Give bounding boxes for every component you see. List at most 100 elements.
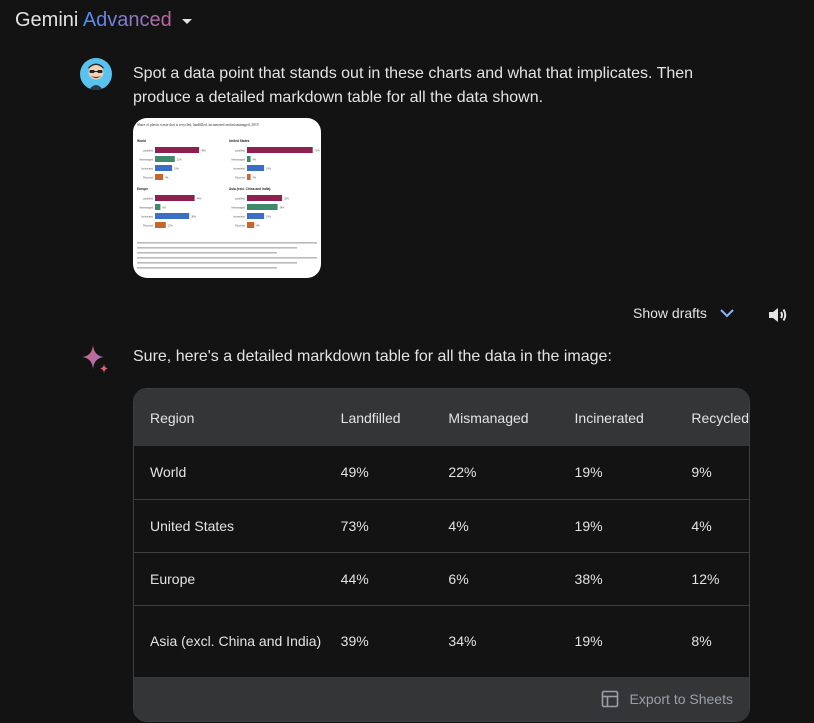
table-cell: 39%	[340, 632, 369, 649]
table-cell: 38%	[558, 552, 676, 606]
thumb-bar-label: Incinerated	[233, 216, 245, 219]
thumb-panel-title: Asia (excl. China and India)	[229, 187, 270, 191]
thumb-bar-label: Recycled	[235, 177, 246, 180]
thumb-bar-label: Mismanaged	[231, 159, 245, 162]
thumb-bar-value: 44%	[197, 198, 203, 201]
thumb-bar	[155, 165, 173, 171]
thumb-bar-label: Incinerated	[141, 168, 153, 171]
table-cell: 19%	[558, 446, 676, 500]
thumb-bar-label: Mismanaged	[231, 207, 245, 210]
thumb-bar-label: Landfilled	[143, 150, 154, 153]
thumb-bar	[247, 147, 313, 153]
thumb-bar	[247, 195, 283, 201]
thumb-bar	[247, 213, 265, 219]
thumb-bar	[155, 222, 166, 228]
thumb-bar-value: 9%	[165, 177, 169, 180]
thumb-panel-title: World	[137, 139, 146, 143]
thumb-bar-value: 19%	[174, 168, 180, 171]
table-row: Europe 44% 6% 38% 12%	[134, 552, 749, 606]
column-header: Incinerated	[574, 409, 644, 426]
table-cell: 9%	[675, 446, 749, 500]
table-cell: 73%	[324, 499, 433, 553]
response-intro: Sure, here's a detailed markdown table f…	[133, 348, 612, 365]
thumb-bar-value: 49%	[201, 150, 207, 153]
thumb-bar-value: 34%	[280, 207, 286, 210]
gemini-sparkle-icon	[82, 345, 108, 373]
thumb-footnote-line	[137, 257, 317, 259]
thumb-bar-label: Mismanaged	[139, 207, 153, 210]
column-header: Recycled	[691, 409, 749, 426]
avatar	[80, 58, 112, 90]
thumb-bar	[155, 213, 190, 219]
table-header-row: Region Landfilled Mismanaged Incinerated…	[134, 389, 749, 446]
user-prompt: Spot a data point that stands out in the…	[133, 65, 694, 106]
table-cell: 22%	[432, 446, 559, 500]
table-cell: World	[134, 446, 325, 500]
thumb-bar-label: Recycled	[235, 225, 246, 228]
thumb-footnote-line	[137, 252, 277, 254]
thumb-bar-label: Incinerated	[233, 168, 245, 171]
thumb-bar-value: 22%	[177, 159, 183, 162]
show-drafts-button[interactable]: Show drafts	[633, 305, 735, 321]
thumb-bar-value: 8%	[256, 225, 260, 228]
thumb-bar-value: 38%	[191, 216, 197, 219]
column-header: Landfilled	[340, 409, 401, 426]
thumb-panel-title: United States	[229, 139, 250, 143]
thumb-bar-value: 4%	[253, 159, 257, 162]
table-cell: 4%	[675, 499, 749, 553]
thumb-bar-label: Landfilled	[235, 150, 246, 153]
column-header: Mismanaged	[448, 409, 529, 426]
table-cell: 19%	[574, 632, 603, 649]
speaker-icon[interactable]	[766, 303, 790, 327]
thumb-bar-label: Incinerated	[141, 216, 153, 219]
thumb-bar-value: 19%	[266, 216, 272, 219]
thumb-bar-value: 39%	[284, 198, 290, 201]
thumb-bar-value: 4%	[253, 177, 257, 180]
thumb-bar	[247, 174, 251, 180]
table-cell: 44%	[324, 552, 433, 606]
thumb-bar-value: 73%	[315, 150, 321, 153]
table-row: United States 73% 4% 19% 4%	[134, 499, 749, 553]
thumb-bar	[155, 204, 161, 210]
chevron-down-icon	[720, 309, 734, 318]
attached-image[interactable]: Share of plastic waste that is recycled,…	[133, 118, 321, 278]
table-cell: 8%	[691, 632, 712, 649]
thumb-bar	[247, 222, 255, 228]
thumb-bar	[247, 204, 278, 210]
thumb-bar	[155, 156, 175, 162]
table-row: World 49% 22% 19% 9%	[134, 446, 749, 500]
thumb-footnote-line	[137, 242, 317, 244]
thumb-footnote-line	[137, 247, 297, 249]
data-table: Region Landfilled Mismanaged Incinerated…	[134, 389, 749, 676]
table-cell: 34%	[448, 632, 477, 649]
table-cell: Asia (excl. China and India)	[150, 632, 322, 649]
model-switcher[interactable]: Gemini Advanced	[15, 8, 192, 32]
thumb-bar	[155, 174, 164, 180]
thumb-bar	[247, 156, 251, 162]
export-label: Export to Sheets	[629, 691, 733, 707]
thumb-bar-label: Mismanaged	[139, 159, 153, 162]
thumb-footnote-line	[137, 262, 297, 264]
table-row: Asia (excl. China and India) 39% 34% 19%…	[134, 605, 749, 676]
table-cell: United States	[134, 499, 325, 553]
thumb-bar	[155, 147, 200, 153]
thumb-bar	[247, 165, 265, 171]
export-to-sheets-button[interactable]: Export to Sheets	[134, 677, 749, 721]
thumb-bar-label: Landfilled	[235, 198, 246, 201]
table-cell: 19%	[558, 499, 676, 553]
show-drafts-label: Show drafts	[633, 305, 707, 321]
table-cell: 49%	[324, 446, 433, 500]
chevron-down-icon	[181, 18, 192, 24]
thumb-bar	[155, 195, 195, 201]
thumb-bar-label: Landfilled	[143, 198, 154, 201]
table-cell: 12%	[675, 552, 749, 606]
thumb-panel-title: Europe	[137, 187, 148, 191]
thumb-bar-value: 19%	[266, 168, 272, 171]
thumb-bar-label: Recycled	[143, 177, 154, 180]
column-header: Region	[150, 409, 195, 426]
thumb-bar-label: Recycled	[143, 225, 154, 228]
thumb-bar-value: 6%	[162, 207, 166, 210]
table-cell: 6%	[432, 552, 559, 606]
app-title: Gemini Advanced	[15, 8, 172, 31]
table-cell: Europe	[134, 552, 325, 606]
